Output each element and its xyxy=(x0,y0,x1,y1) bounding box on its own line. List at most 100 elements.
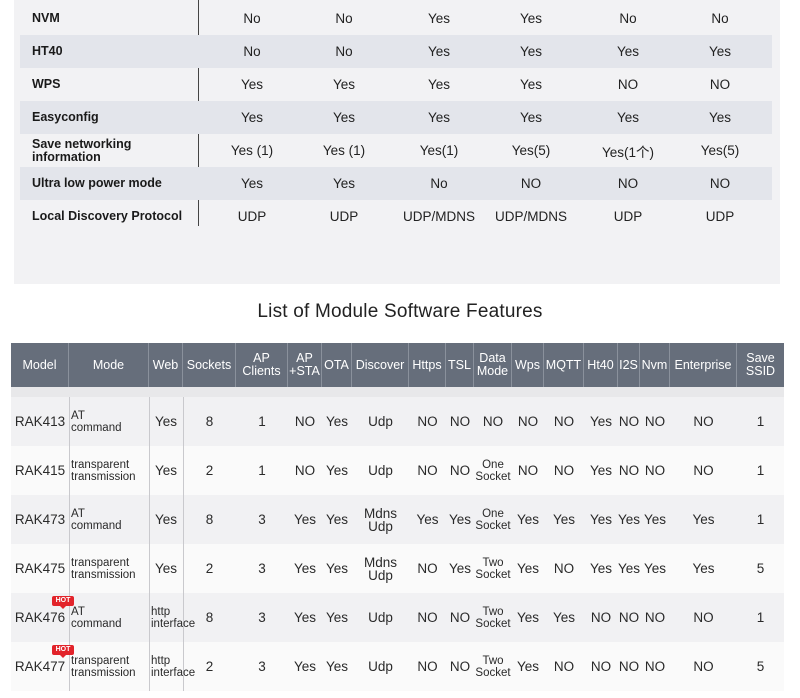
comparison-cell: UDP xyxy=(237,209,267,224)
table-cell: Yes xyxy=(589,561,613,576)
comparison-cell: Yes xyxy=(708,110,732,125)
table-cell: NO xyxy=(693,659,714,674)
table-cell: NO xyxy=(693,414,714,429)
table-cell: NO xyxy=(553,659,575,674)
table-cell: transparent transmission xyxy=(71,458,136,483)
table-cell: NO xyxy=(449,610,471,625)
comparison-cell: UDP xyxy=(613,209,643,224)
table-cell: Mdns Udp xyxy=(363,505,397,534)
comparison-row-label: WPS xyxy=(32,77,61,91)
comparison-cell: No xyxy=(243,11,261,26)
table-cell: 8 xyxy=(205,610,214,625)
comparison-cell: Yes xyxy=(240,110,264,125)
table-row: RAK477 transparent transmission http inter… xyxy=(11,642,784,691)
table-cell: NO xyxy=(417,561,438,576)
comparison-cell: NO xyxy=(617,77,639,92)
table-cell: Yes xyxy=(516,512,540,527)
section-title: List of Module Software Features xyxy=(257,301,543,322)
table-cell: NO xyxy=(417,414,438,429)
table-cell: 1 xyxy=(756,463,765,478)
model-name: RAK413 xyxy=(14,414,66,429)
comparison-cell: Yes(1个) xyxy=(601,144,655,160)
table-cell: Mdns Udp xyxy=(363,554,397,583)
table-cell: Yes xyxy=(617,512,641,527)
comparison-row-label: Save networking information xyxy=(32,136,132,164)
table-cell: NO xyxy=(553,561,575,576)
table-cell: Yes xyxy=(692,512,715,527)
comparison-cell: Yes xyxy=(427,44,451,59)
column-header: Data Mode xyxy=(474,343,512,387)
table-cell: Yes xyxy=(516,561,540,576)
table-cell: NO xyxy=(417,610,438,625)
table-cell: NO xyxy=(590,659,612,674)
comparison-cell: Yes xyxy=(519,110,543,125)
comparison-cell: Yes (1) xyxy=(230,143,274,158)
table-cell: 3 xyxy=(258,561,266,576)
comparison-cell: Yes xyxy=(427,11,451,26)
table-cell: 5 xyxy=(756,659,765,674)
comparison-cell: Yes xyxy=(616,110,640,125)
table-cell: One Socket xyxy=(475,507,511,532)
table-cell: Yes xyxy=(448,561,472,576)
column-header: Sockets xyxy=(183,343,236,387)
table-cell: NO xyxy=(417,659,438,674)
table-cell: transparent transmission xyxy=(71,556,136,581)
comparison-cell: Yes (1) xyxy=(322,143,366,158)
comparison-cell: No xyxy=(619,11,637,26)
comparison-cell: No xyxy=(711,11,729,26)
table-cell: NO xyxy=(644,414,666,429)
table-cell: NO xyxy=(618,610,640,625)
comparison-cell: Yes(5) xyxy=(511,143,551,158)
table-cell: NO xyxy=(618,463,640,478)
table-cell: NO xyxy=(553,414,575,429)
table-cell: Yes xyxy=(325,414,349,429)
comparison-row-label: Easyconfig xyxy=(32,110,99,124)
table-cell: Yes xyxy=(325,610,349,625)
comparison-row: Local Discovery Protocol UDP UDP UDP/MDNS UD… xyxy=(20,200,772,233)
comparison-cell: No xyxy=(243,44,261,59)
table-cell: Yes xyxy=(516,610,540,625)
table-cell: 8 xyxy=(205,414,214,429)
table-cell: Udp xyxy=(368,463,393,478)
comparison-cell: Yes xyxy=(240,77,264,92)
comparison-row: HT40 No No Yes Yes Yes Yes xyxy=(20,35,772,68)
table-cell: Yes xyxy=(293,659,317,674)
table-cell: Yes xyxy=(293,561,317,576)
comparison-cell: UDP/MDNS xyxy=(494,209,567,224)
comparison-cell: Yes(1) xyxy=(419,143,459,158)
table-row: RAK475 transparent transmission Yes 2 3 Yes Ye… xyxy=(11,544,784,593)
table-cell: Two Socket xyxy=(475,654,511,679)
column-header: Https xyxy=(409,343,446,387)
table-cell: NO xyxy=(482,414,504,429)
comparison-row-label: Ultra low power mode xyxy=(32,176,162,190)
hot-badge: HOT xyxy=(52,596,74,609)
table-cell: NO xyxy=(693,610,714,625)
table-cell: Yes xyxy=(154,414,178,429)
model-name: RAK473 xyxy=(14,512,66,527)
table-cell: 1 xyxy=(756,610,765,625)
comparison-cell: NO xyxy=(617,176,639,191)
table-cell: Udp xyxy=(368,659,393,674)
table-cell: Yes xyxy=(589,414,613,429)
table-cell: Two Socket xyxy=(475,605,511,630)
column-header: OTA xyxy=(322,343,352,387)
comparison-cell: No xyxy=(335,11,353,26)
table-cell: 1 xyxy=(258,414,266,429)
table-cell: Yes xyxy=(325,561,349,576)
table-row: RAK473 AT command Yes 8 3 Yes Yes Mdns Udp Yes Ye… xyxy=(11,495,784,544)
comparison-cell: Yes xyxy=(708,44,732,59)
table-cell: Yes xyxy=(154,561,178,576)
table-cell: NO xyxy=(294,463,316,478)
hot-badge: HOT xyxy=(52,645,74,658)
comparison-cell: Yes xyxy=(427,77,451,92)
table-cell: NO xyxy=(517,463,539,478)
column-header: Enterprise xyxy=(670,343,737,387)
comparison-row: Easyconfig Yes Yes Yes Yes Yes Yes xyxy=(20,101,772,134)
table-cell: Yes xyxy=(692,561,715,576)
comparison-cell: NO xyxy=(709,176,731,191)
table-cell: NO xyxy=(618,659,640,674)
comparison-cell: Yes xyxy=(332,77,356,92)
table-cell: NO xyxy=(294,414,316,429)
comparison-row-label: HT40 xyxy=(32,44,63,58)
table-cell: 2 xyxy=(205,561,214,576)
